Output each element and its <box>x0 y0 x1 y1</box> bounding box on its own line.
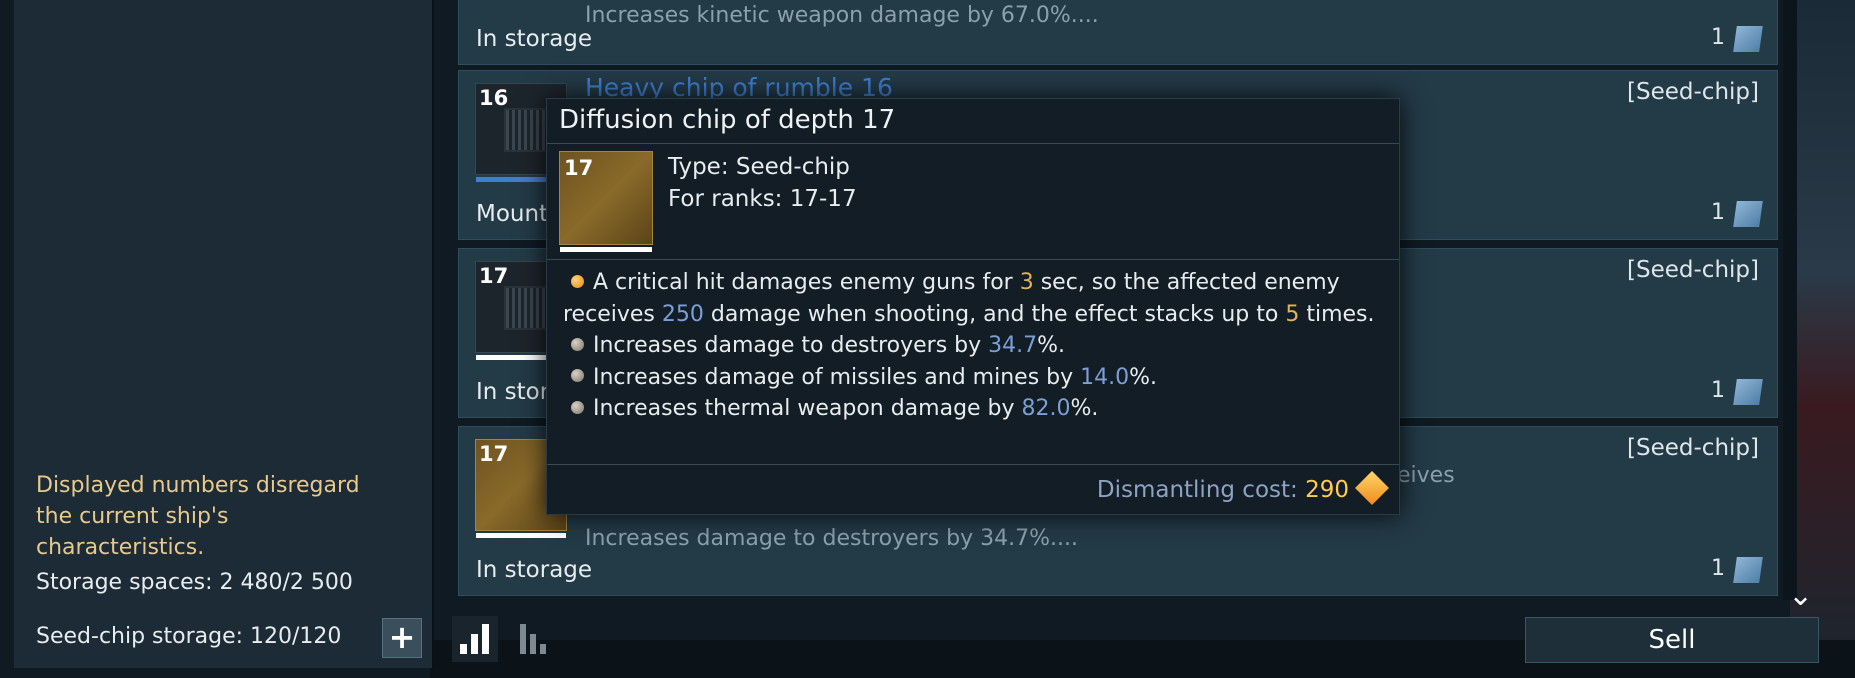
cargo-box-icon <box>1733 379 1763 405</box>
stats-bars-icon[interactable] <box>452 616 498 662</box>
characteristics-warning: Displayed numbers disregard the current … <box>36 473 360 560</box>
plus-icon: + <box>388 618 416 656</box>
item-quantity: 1 <box>1711 556 1725 581</box>
item-description: Increases damage to destroyers by 34.7%.… <box>585 526 1078 551</box>
tooltip-ranks: For ranks: 17-17 <box>668 186 857 212</box>
tooltip-type-block: Type: Seed-chip For ranks: 17-17 <box>668 151 857 215</box>
cargo-box-icon <box>1733 201 1763 227</box>
list-item[interactable]: Increases kinetic weapon damage by 67.0%… <box>458 0 1778 65</box>
divider <box>547 259 1399 260</box>
chip-rank: 17 <box>479 442 509 466</box>
tooltip-type: Type: Seed-chip <box>668 154 850 180</box>
effect-line: Increases damage of missiles and mines b… <box>563 362 1383 394</box>
divider <box>547 464 1399 465</box>
item-tag: [Seed-chip] <box>1627 257 1759 283</box>
chip-core <box>504 286 548 330</box>
chip-rank: 17 <box>564 156 594 180</box>
gold-bullet-icon <box>571 274 584 288</box>
chip-core <box>504 108 548 152</box>
divider <box>547 143 1399 144</box>
effect-line: Increases damage to destroyers by 34.7%. <box>563 330 1383 362</box>
scrollbar[interactable] <box>1783 0 1797 600</box>
storage-spaces: Storage spaces: 2 480/2 500 <box>36 570 353 595</box>
stats-bars-alt-icon[interactable] <box>512 616 558 662</box>
item-tag: [Seed-chip] <box>1627 79 1759 105</box>
expand-storage-button[interactable]: + <box>382 618 422 658</box>
item-description: Increases kinetic weapon damage by 67.0%… <box>585 3 1099 28</box>
chip-icon: 17 <box>559 151 653 252</box>
left-info-panel: Displayed numbers disregard the current … <box>14 0 434 668</box>
chip-rarity-bar <box>560 247 652 252</box>
bullet-icon <box>571 369 584 382</box>
item-description-partial: eives <box>1397 463 1455 488</box>
bullet-icon <box>571 400 584 414</box>
background-art <box>1790 0 1855 678</box>
crystal-icon <box>1355 471 1389 505</box>
seedchip-storage: Seed-chip storage: 120/120 <box>36 624 342 649</box>
tooltip-title: Diffusion chip of depth 17 <box>559 105 896 135</box>
item-quantity: 1 <box>1711 378 1725 403</box>
main-effect: A critical hit damages enemy guns for 3 … <box>563 270 1375 327</box>
item-tag: [Seed-chip] <box>1627 435 1759 461</box>
sell-button[interactable]: Sell <box>1525 617 1819 663</box>
chip-rarity-bar <box>476 533 566 538</box>
cargo-box-icon <box>1733 26 1763 52</box>
item-quantity: 1 <box>1711 25 1725 50</box>
chevron-down-icon[interactable]: ⌄ <box>1788 578 1813 613</box>
dismantling-cost: Dismantling cost: 290 <box>1096 477 1349 503</box>
tooltip-effects: A critical hit damages enemy guns for 3 … <box>563 267 1383 425</box>
chip-rank: 16 <box>479 86 509 110</box>
item-tooltip: Diffusion chip of depth 17 17 Type: Seed… <box>546 98 1400 515</box>
chip-rank: 17 <box>479 264 509 288</box>
bullet-icon <box>571 337 584 351</box>
item-status: In storage <box>476 557 593 583</box>
item-quantity: 1 <box>1711 200 1725 225</box>
effect-line: Increases thermal weapon damage by 82.0%… <box>563 393 1383 425</box>
item-status: Mount <box>476 201 549 227</box>
item-status: In storage <box>476 26 593 52</box>
cargo-box-icon <box>1733 557 1763 583</box>
